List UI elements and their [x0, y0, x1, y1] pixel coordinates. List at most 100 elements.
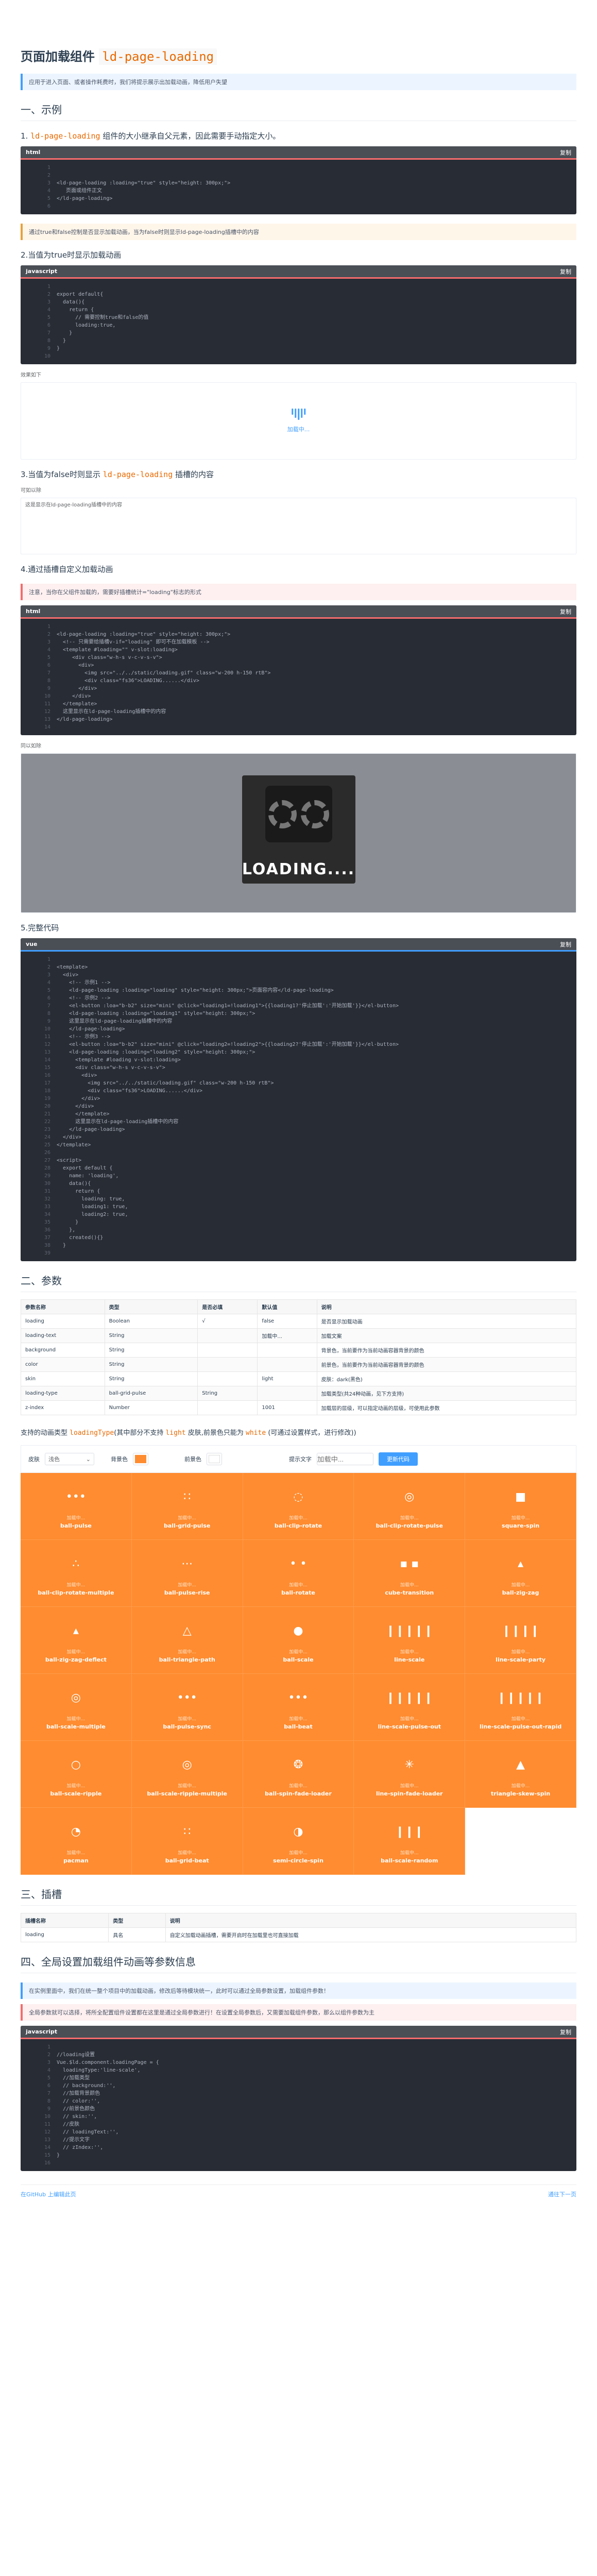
edit-on-github-link[interactable]: 在GitHub 上编辑此页	[21, 2190, 76, 2198]
loading-text: 加载中...	[289, 1784, 308, 1789]
animation-cell-ball-scale-ripple-multiple[interactable]: ◎ 加载中... ball-scale-ripple-multiple	[131, 1741, 243, 1808]
intro-tip: 应用于进入页面、或者操作耗费时，我们将提示展示出加载动画，降低用户失望	[21, 74, 576, 90]
table-header: 类型	[108, 1913, 166, 1928]
animation-cell-semi-circle-spin[interactable]: ◑ 加载中... semi-circle-spin	[243, 1808, 354, 1875]
code-line: <div class="fs36">LOADING......</div>	[57, 1088, 202, 1094]
line-number: 13	[44, 717, 50, 722]
update-code-button[interactable]: 更新代码	[379, 1452, 418, 1466]
line-number: 14	[44, 2145, 50, 2150]
animation-name: ball-beat	[284, 1723, 313, 1730]
line-number: 11	[44, 2122, 50, 2127]
table-cell	[257, 1386, 317, 1401]
animation-cell-cube-transition[interactable]: ▪ ▪ 加载中... cube-transition	[354, 1540, 466, 1607]
line-number: 6	[47, 663, 50, 668]
animation-cell-ball-scale-multiple[interactable]: ◎ 加载中... ball-scale-multiple	[21, 1674, 132, 1741]
table-row: background String 背景色，当前要作为当前动画容器背景的颜色	[21, 1343, 577, 1358]
code-line: data(){	[57, 299, 85, 305]
animation-cell-triangle-skew-spin[interactable]: ▲ 加载中... triangle-skew-spin	[465, 1741, 576, 1808]
line-scale-pulse-out-rapid-icon: ❙❙❙❙❙	[497, 1691, 544, 1704]
animation-cell-ball-beat[interactable]: ••• 加载中... ball-beat	[243, 1674, 354, 1741]
table-cell: loading-type	[21, 1386, 105, 1401]
animation-cell-pacman[interactable]: ◔ 加载中... pacman	[21, 1808, 132, 1875]
loading-text: 加载中...	[178, 1583, 196, 1588]
copy-button[interactable]: 复制	[560, 148, 571, 157]
code-lang: html	[26, 149, 41, 156]
animation-name: ball-clip-rotate	[274, 1522, 322, 1529]
animation-cell-line-spin-fade-loader[interactable]: ✳ 加载中... line-spin-fade-loader	[354, 1741, 466, 1808]
animation-name: semi-circle-spin	[273, 1857, 323, 1864]
loading-text: 加载中...	[66, 1717, 86, 1722]
animation-cell-ball-clip-rotate[interactable]: ◌ 加载中... ball-clip-rotate	[243, 1473, 354, 1540]
animation-cell-ball-pulse-rise[interactable]: ⋯ 加载中... ball-pulse-rise	[131, 1540, 243, 1607]
animation-cell-ball-pulse-sync[interactable]: ••• 加载中... ball-pulse-sync	[131, 1674, 243, 1741]
animation-cell-ball-zig-zag-deflect[interactable]: ▴ 加载中... ball-zig-zag-deflect	[21, 1607, 132, 1674]
animation-cell-ball-scale-ripple[interactable]: ○ 加载中... ball-scale-ripple	[21, 1741, 132, 1808]
animation-name: ball-scale-ripple	[50, 1790, 102, 1797]
animation-name: ball-scale-multiple	[46, 1723, 106, 1730]
line-scale-icon: ❙❙❙❙❙	[385, 1624, 433, 1637]
animation-name: ball-grid-pulse	[163, 1522, 211, 1529]
page-title: 页面加载组件 ld-page-loading	[21, 46, 576, 65]
skin-select[interactable]: 浅色 ⌄	[45, 1453, 94, 1465]
animation-cell-ball-grid-pulse[interactable]: ∷ 加载中... ball-grid-pulse	[131, 1473, 243, 1540]
ball-grid-pulse-icon: ∷	[183, 1490, 191, 1503]
code-line: // skin:'',	[57, 2114, 97, 2120]
bg-color-picker[interactable]	[133, 1453, 148, 1465]
animation-cell-ball-triangle-path[interactable]: △ 加载中... ball-triangle-path	[131, 1607, 243, 1674]
line-number: 3	[47, 180, 50, 186]
animation-cell-line-scale-pulse-out-rapid[interactable]: ❙❙❙❙❙ 加载中... line-scale-pulse-out-rapid	[465, 1674, 576, 1741]
animation-name: ball-zig-zag-deflect	[45, 1656, 107, 1663]
tip-true-false: 通过true和false控制是否显示加载动画，当为false时则显示ld-pag…	[21, 224, 576, 240]
animation-cell-ball-grid-beat[interactable]: ∷ 加载中... ball-grid-beat	[131, 1808, 243, 1875]
demo-label: 同以如除	[21, 743, 41, 749]
line-number: 4	[47, 188, 50, 194]
animation-cell-ball-rotate[interactable]: • • 加载中... ball-rotate	[243, 1540, 354, 1607]
table-cell	[257, 1343, 317, 1358]
line-number: 5	[47, 655, 50, 660]
copy-button[interactable]: 复制	[560, 267, 571, 276]
section-global-config: 四、全局设置加载组件动画等参数信息	[21, 1954, 576, 1973]
line-number: 8	[47, 1011, 50, 1016]
animation-cell-ball-scale[interactable]: ● 加载中... ball-scale	[243, 1607, 354, 1674]
animation-cell-ball-spin-fade-loader[interactable]: ❂ 加载中... ball-spin-fade-loader	[243, 1741, 354, 1808]
code-line: </div>	[57, 693, 91, 699]
animation-cell-line-scale-pulse-out[interactable]: ❙❙❙❙❙ 加载中... line-scale-pulse-out	[354, 1674, 466, 1741]
copy-button[interactable]: 复制	[560, 940, 571, 948]
line-number: 4	[47, 647, 50, 653]
code-line: //加载类型	[57, 2075, 90, 2081]
animation-cell-square-spin[interactable]: ■ 加载中... square-spin	[465, 1473, 576, 1540]
animation-cell-ball-pulse[interactable]: ••• 加载中... ball-pulse	[21, 1473, 132, 1540]
code-line: loading1: true,	[57, 1204, 128, 1210]
animation-cell-line-scale-party[interactable]: ❙❙❙❙ 加载中... line-scale-party	[465, 1607, 576, 1674]
line-scale-icon	[287, 409, 310, 420]
loading-text-input[interactable]	[317, 1453, 373, 1465]
animation-cell-ball-zig-zag[interactable]: ▴ 加载中... ball-zig-zag	[465, 1540, 576, 1607]
animation-cell-ball-clip-rotate-multiple[interactable]: ∴ 加载中... ball-clip-rotate-multiple	[21, 1540, 132, 1607]
animation-name: ball-scale	[283, 1656, 314, 1663]
animation-cell-ball-scale-random[interactable]: ❙❙❙ 加载中... ball-scale-random	[354, 1808, 466, 1875]
table-cell: ball-grid-pulse	[104, 1386, 198, 1401]
code-line: name: 'loading',	[57, 1173, 119, 1179]
code-line: <el-button :loa="b-b2" size="mini" @clic…	[57, 1042, 399, 1047]
next-page-link[interactable]: 通往下一页	[548, 2190, 576, 2198]
line-number: 1	[47, 624, 50, 630]
line-number: 25	[44, 1142, 50, 1148]
copy-button[interactable]: 复制	[560, 2028, 571, 2036]
animation-name: cube-transition	[385, 1589, 434, 1596]
copy-button[interactable]: 复制	[560, 607, 571, 616]
code-line: return {	[57, 1189, 100, 1194]
table-header: 插槽名称	[20, 1913, 109, 1928]
line-number: 2	[47, 292, 50, 297]
code-line: </div>	[57, 1134, 82, 1140]
animation-cell-ball-clip-rotate-pulse[interactable]: ◎ 加载中... ball-clip-rotate-pulse	[354, 1473, 466, 1540]
table-cell: 背景色，当前要作为当前动画容器背景的颜色	[316, 1343, 577, 1358]
line-number: 18	[44, 1088, 50, 1094]
ball-scale-random-icon: ❙❙❙	[395, 1825, 424, 1838]
code-line: }	[57, 346, 60, 351]
code-lang: javascript	[26, 2028, 58, 2035]
animation-cell-line-scale[interactable]: ❙❙❙❙❙ 加载中... line-scale	[354, 1607, 466, 1674]
code-line: }	[57, 2153, 60, 2158]
fg-color-picker[interactable]	[207, 1453, 222, 1465]
